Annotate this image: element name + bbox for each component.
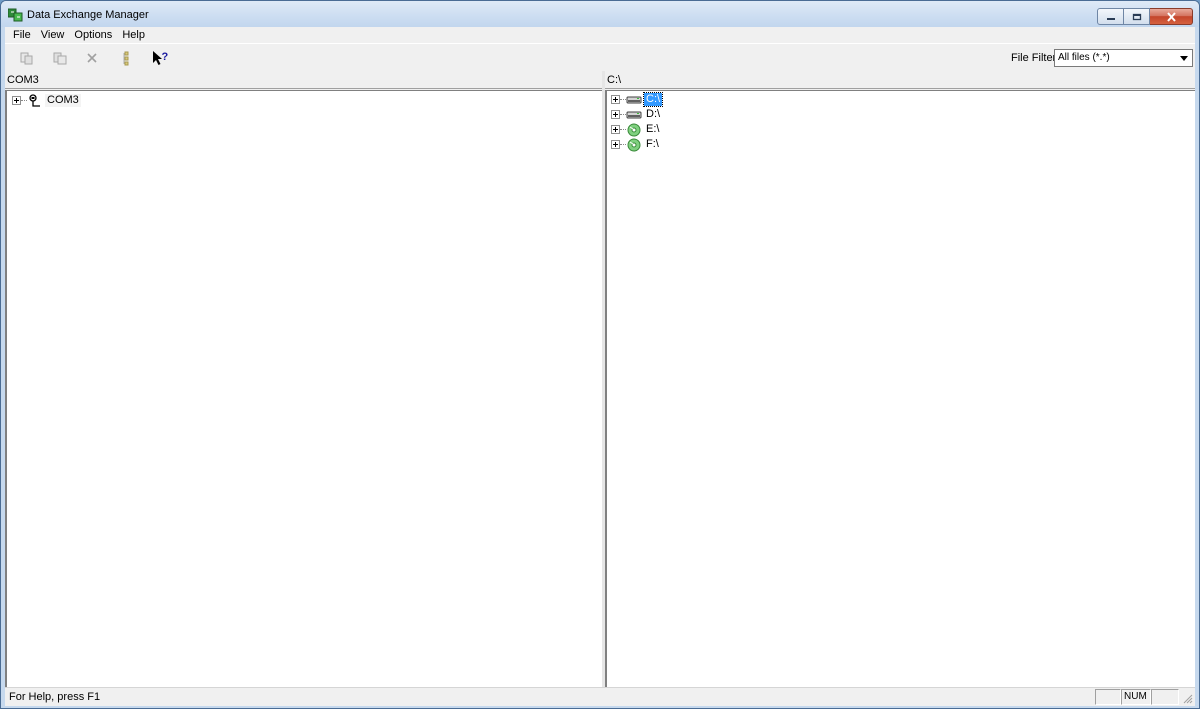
menu-help[interactable]: Help: [117, 27, 150, 43]
menu-bar: File View Options Help: [5, 27, 1195, 43]
status-indicator-caps: [1095, 689, 1121, 705]
copy-from-button[interactable]: [49, 48, 71, 68]
properties-icon: [123, 51, 129, 66]
tree-item-label: C:\: [642, 92, 664, 107]
tree-item-com3[interactable]: COM3: [10, 93, 81, 108]
tree-item-drive-f[interactable]: F:\: [609, 137, 661, 152]
tree-item-drive-d[interactable]: D:\: [609, 107, 662, 122]
tree-item-label: F:\: [646, 138, 659, 150]
file-filter-dropdown[interactable]: All files (*.*): [1054, 49, 1193, 67]
local-files-pane-header: C:\: [605, 71, 1195, 89]
maximize-icon: [1132, 13, 1141, 20]
status-bar: For Help, press F1 NUM: [5, 687, 1195, 706]
properties-button[interactable]: [116, 48, 138, 68]
tree-item-label: COM3: [45, 94, 81, 107]
device-tree[interactable]: COM3: [5, 90, 602, 687]
caption-buttons: [1097, 8, 1193, 25]
app-window: Data Exchange Manager File View Options …: [0, 0, 1200, 709]
device-pane: COM3 COM3: [5, 71, 602, 687]
dropdown-arrow-button[interactable]: [1177, 51, 1191, 65]
status-help-text: For Help, press F1: [9, 691, 101, 703]
close-icon: [1166, 11, 1176, 22]
svg-text:?: ?: [162, 51, 169, 63]
status-indicator-scroll: [1151, 689, 1179, 705]
tree-item-label: E:\: [646, 123, 660, 135]
toolbar: ? File Filter All files (*.*): [5, 43, 1195, 71]
title-bar[interactable]: Data Exchange Manager: [1, 1, 1199, 27]
maximize-button[interactable]: [1124, 8, 1150, 25]
expand-icon[interactable]: [611, 125, 620, 134]
status-indicator-num: NUM: [1121, 689, 1151, 705]
copy-to-icon: [20, 52, 33, 65]
hard-drive-icon: [626, 96, 642, 103]
minimize-icon: [1106, 17, 1115, 20]
expand-icon[interactable]: [611, 95, 620, 104]
drive-tree[interactable]: C:\ D:\ E:\ F:\: [605, 90, 1195, 687]
close-button[interactable]: [1150, 8, 1193, 25]
menu-options[interactable]: Options: [69, 27, 117, 43]
context-help-icon: ?: [153, 51, 169, 65]
copy-from-icon: [53, 52, 67, 65]
cd-drive-icon: [627, 138, 641, 151]
menu-file[interactable]: File: [5, 27, 36, 43]
tree-item-label: D:\: [646, 108, 661, 120]
expand-icon[interactable]: [611, 140, 620, 149]
window-title: Data Exchange Manager: [27, 9, 149, 21]
copy-to-button[interactable]: [15, 48, 37, 68]
resize-grip-icon[interactable]: [1183, 694, 1193, 704]
menu-view[interactable]: View: [36, 27, 70, 43]
device-pane-header: COM3: [5, 71, 602, 89]
app-icon: [8, 8, 23, 22]
delete-icon: [87, 53, 97, 63]
context-help-button[interactable]: ?: [149, 48, 171, 68]
file-filter-label: File Filter: [1011, 52, 1057, 64]
delete-button[interactable]: [81, 48, 103, 68]
expand-icon[interactable]: [12, 96, 21, 105]
serial-port-icon: [29, 93, 40, 107]
chevron-down-icon: [1180, 55, 1188, 61]
cd-drive-icon: [627, 123, 641, 136]
tree-item-drive-c[interactable]: C:\: [609, 92, 664, 107]
tree-item-drive-e[interactable]: E:\: [609, 122, 661, 137]
hard-drive-icon: [626, 111, 642, 118]
minimize-button[interactable]: [1097, 8, 1124, 25]
local-files-pane: C:\ C:\ D:\ E:\ F:\: [605, 71, 1195, 687]
expand-icon[interactable]: [611, 110, 620, 119]
file-filter-value: All files (*.*): [1058, 52, 1110, 63]
